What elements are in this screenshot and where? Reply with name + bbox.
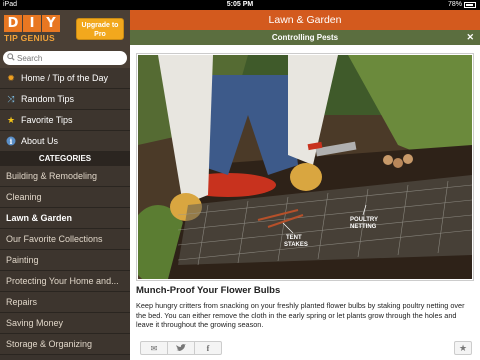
mail-icon[interactable]: ✉ <box>141 342 168 354</box>
tip-body: Keep hungry critters from snacking on yo… <box>136 301 465 329</box>
category-lawn-garden[interactable]: Lawn & Garden <box>0 208 130 229</box>
share-bar: ✉ f <box>140 341 222 355</box>
search-box[interactable] <box>3 51 127 65</box>
sidebar-item-label: Favorite Tips <box>21 115 73 125</box>
sidebar-item-random[interactable]: ⤨ Random Tips <box>0 89 130 110</box>
battery-icon <box>464 2 476 8</box>
category-painting[interactable]: Painting <box>0 250 130 271</box>
search-row <box>0 48 130 68</box>
category-favorite-collections[interactable]: Our Favorite Collections <box>0 229 130 250</box>
categories-header: CATEGORIES <box>0 152 130 166</box>
logo-letter: I <box>23 15 41 32</box>
tip-photo-image: POULTRY NETTING TENT STAKES <box>138 55 472 279</box>
shuffle-icon: ⤨ <box>7 93 15 104</box>
stakes-label-2: STAKES <box>284 242 308 248</box>
battery-percent: 78% <box>447 1 462 8</box>
svg-text:i: i <box>10 137 13 146</box>
netting-label: POULTRY <box>350 217 378 223</box>
tip-title: Munch-Proof Your Flower Bulbs <box>136 285 281 296</box>
stakes-label: TENT <box>286 235 302 241</box>
sidebar: D I Y TIP GENIUS Upgrade to Pro ✹ Home /… <box>0 10 130 360</box>
category-saving-money[interactable]: Saving Money <box>0 313 130 334</box>
sidebar-item-about[interactable]: i About Us <box>0 131 130 152</box>
main-panel: Lawn & Garden Controlling Pests ✕ POULTR… <box>130 10 480 360</box>
sidebar-item-label: Random Tips <box>21 94 75 104</box>
upgrade-button[interactable]: Upgrade to Pro <box>76 18 124 40</box>
category-storage[interactable]: Storage & Organizing <box>0 334 130 355</box>
app-logo: D I Y TIP GENIUS <box>4 15 60 43</box>
sidebar-header: D I Y TIP GENIUS Upgrade to Pro <box>0 10 130 48</box>
category-building[interactable]: Building & Remodeling <box>0 166 130 187</box>
battery-indicator: 78% <box>448 0 476 10</box>
star-icon: ★ <box>6 114 16 125</box>
section-title: Controlling Pests <box>271 33 339 42</box>
category-protecting-home[interactable]: Protecting Your Home and... <box>0 271 130 292</box>
clock: 5:05 PM <box>226 1 254 8</box>
sun-icon: ✹ <box>7 72 15 83</box>
section-title-bar: Controlling Pests ✕ <box>130 30 480 45</box>
sidebar-item-label: Home / Tip of the Day <box>21 73 109 83</box>
sidebar-item-label: About Us <box>21 136 59 146</box>
search-input[interactable] <box>17 52 117 64</box>
tip-photo: POULTRY NETTING TENT STAKES <box>136 53 474 281</box>
netting-label-2: NETTING <box>350 224 377 230</box>
category-cleaning[interactable]: Cleaning <box>0 187 130 208</box>
sidebar-item-home[interactable]: ✹ Home / Tip of the Day <box>0 68 130 89</box>
search-icon <box>7 53 15 61</box>
facebook-icon[interactable]: f <box>195 342 221 354</box>
page-title: Lawn & Garden <box>130 10 480 30</box>
status-bar: iPad 5:05 PM 78% <box>0 0 480 10</box>
info-icon: i <box>6 136 16 146</box>
logo-letter: D <box>4 15 22 32</box>
logo-letter: Y <box>42 15 60 32</box>
favorite-button[interactable]: ★ <box>454 341 472 355</box>
close-icon[interactable]: ✕ <box>466 30 474 45</box>
category-repairs[interactable]: Repairs <box>0 292 130 313</box>
twitter-icon[interactable] <box>168 342 195 354</box>
logo-subtitle: TIP GENIUS <box>4 33 56 43</box>
sidebar-item-favorites[interactable]: ★ Favorite Tips <box>0 110 130 131</box>
